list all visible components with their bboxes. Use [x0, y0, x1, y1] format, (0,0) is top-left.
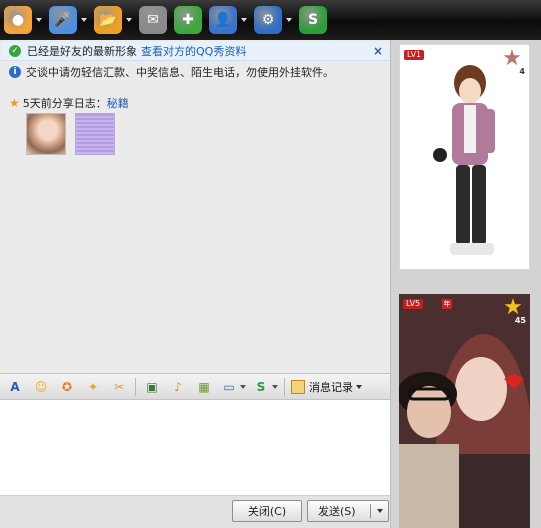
- create-group-icon: ✚: [174, 6, 202, 34]
- shared-blog-line: ★ 5天前分享日志： 秘籍: [9, 95, 129, 111]
- message-input[interactable]: [0, 400, 390, 495]
- send-divider: [370, 504, 371, 518]
- shake-window-button[interactable]: ✦: [83, 377, 103, 397]
- microphone-button[interactable]: 🎤: [49, 3, 87, 37]
- dropdown-arrow-icon[interactable]: [126, 18, 132, 22]
- history-icon: [291, 379, 305, 394]
- magic-emoticon-icon: ✪: [61, 379, 73, 394]
- screenshot-icon: ▭: [223, 379, 235, 394]
- close-button[interactable]: 关闭(C): [232, 500, 302, 522]
- notice-text: 已经是好友的最新形象: [27, 45, 137, 58]
- send-button[interactable]: 发送(S): [307, 500, 389, 522]
- blog-link[interactable]: 秘籍: [107, 95, 129, 111]
- shared-photo-thumbnail[interactable]: [26, 113, 66, 155]
- dropdown-arrow-icon[interactable]: [272, 384, 278, 389]
- check-icon: ✓: [9, 45, 21, 57]
- input-toolbar: A ☺ ✪ ✦ ✂ ▣ ♪ ▦ ▭ S 消息记录: [0, 373, 390, 400]
- music-button[interactable]: ♪: [168, 377, 188, 397]
- chat-member-button[interactable]: 👤: [209, 3, 247, 37]
- dropdown-arrow-icon[interactable]: [241, 18, 247, 22]
- magic-emoticon-button[interactable]: ✪: [57, 377, 77, 397]
- soso-icon: S: [299, 6, 327, 34]
- screenshot-button[interactable]: ▭: [220, 377, 246, 397]
- share-prefix: 5天前分享日志：: [22, 97, 107, 110]
- chat-pane: ✓ 已经是好友的最新形象 查看对方的QQ秀资料 × i 交谈中请勿轻信汇款、中奖…: [0, 40, 391, 528]
- emoticon-icon: ☺: [34, 379, 48, 394]
- shared-blog-thumbnail[interactable]: [75, 113, 115, 155]
- info-icon: i: [9, 66, 21, 78]
- email-button[interactable]: ✉: [139, 3, 167, 37]
- message-history-button[interactable]: 消息记录: [291, 379, 362, 395]
- warning-text: 交谈中请勿轻信汇款、中奖信息、陌生电话，勿使用外挂软件。: [26, 66, 334, 79]
- music-icon: ♪: [174, 379, 182, 394]
- emoticon-button[interactable]: ☺: [31, 377, 51, 397]
- send-label: 发送(S): [318, 505, 356, 518]
- bottom-bar: 关闭(C) 发送(S): [0, 495, 390, 528]
- friend-notice-bar: ✓ 已经是好友的最新形象 查看对方的QQ秀资料 ×: [2, 42, 389, 61]
- webcam-icon: ●: [4, 6, 32, 34]
- qqshow-pane: LV1 ★ 4 LV5 年 ★ 45: [391, 40, 541, 528]
- soso-button[interactable]: S: [299, 3, 327, 37]
- webcam-button[interactable]: ●: [4, 3, 42, 37]
- soso-search-icon: S: [256, 379, 266, 394]
- create-group-button[interactable]: ✚: [174, 3, 202, 37]
- couple-photo-icon: [399, 294, 530, 528]
- send-options-arrow-icon[interactable]: [377, 509, 383, 513]
- toolbar-separator: [284, 377, 285, 396]
- image-button[interactable]: ▣: [142, 377, 162, 397]
- history-label: 消息记录: [309, 380, 353, 394]
- font-icon: A: [10, 379, 20, 394]
- send-file-icon: 📂: [94, 6, 122, 34]
- close-notice-icon[interactable]: ×: [373, 44, 383, 58]
- shake-window-icon: ✦: [87, 379, 99, 394]
- star-icon: ★: [9, 96, 20, 110]
- security-warning: i 交谈中请勿轻信汇款、中奖信息、陌生电话，勿使用外挂软件。: [9, 64, 334, 80]
- font-button[interactable]: A: [5, 377, 25, 397]
- soso-search-button[interactable]: S: [252, 377, 278, 397]
- toolbar-separator: [135, 377, 136, 396]
- annual-vip-badge: 年: [442, 299, 452, 309]
- dropdown-arrow-icon[interactable]: [81, 18, 87, 22]
- chat-member-icon: 👤: [209, 6, 237, 34]
- screen-capture-button[interactable]: ✂: [109, 377, 129, 397]
- view-qqshow-link[interactable]: 查看对方的QQ秀资料: [141, 43, 246, 59]
- star-count: 45: [514, 316, 526, 325]
- dropdown-arrow-icon[interactable]: [36, 18, 42, 22]
- send-file-button[interactable]: 📂: [94, 3, 132, 37]
- dropdown-arrow-icon[interactable]: [286, 18, 292, 22]
- gift-icon: ▦: [198, 379, 210, 394]
- email-icon: ✉: [139, 6, 167, 34]
- my-qqshow-photo[interactable]: LV5 年 ★ 45: [399, 294, 530, 528]
- dropdown-arrow-icon[interactable]: [240, 384, 246, 389]
- settings-button[interactable]: ⚙: [254, 3, 292, 37]
- friend-qqshow[interactable]: LV1 ★ 4: [399, 44, 530, 270]
- microphone-icon: 🎤: [49, 6, 77, 34]
- chat-toolbar: ● 🎤 📂 ✉ ✚ 👤 ⚙ S: [0, 0, 541, 40]
- gift-button[interactable]: ▦: [194, 377, 214, 397]
- settings-icon: ⚙: [254, 6, 282, 34]
- level-badge: LV5: [403, 299, 424, 309]
- avatar-figure-icon: [433, 65, 495, 255]
- image-icon: ▣: [146, 379, 158, 394]
- screen-capture-icon: ✂: [113, 379, 125, 394]
- dropdown-arrow-icon[interactable]: [356, 384, 362, 389]
